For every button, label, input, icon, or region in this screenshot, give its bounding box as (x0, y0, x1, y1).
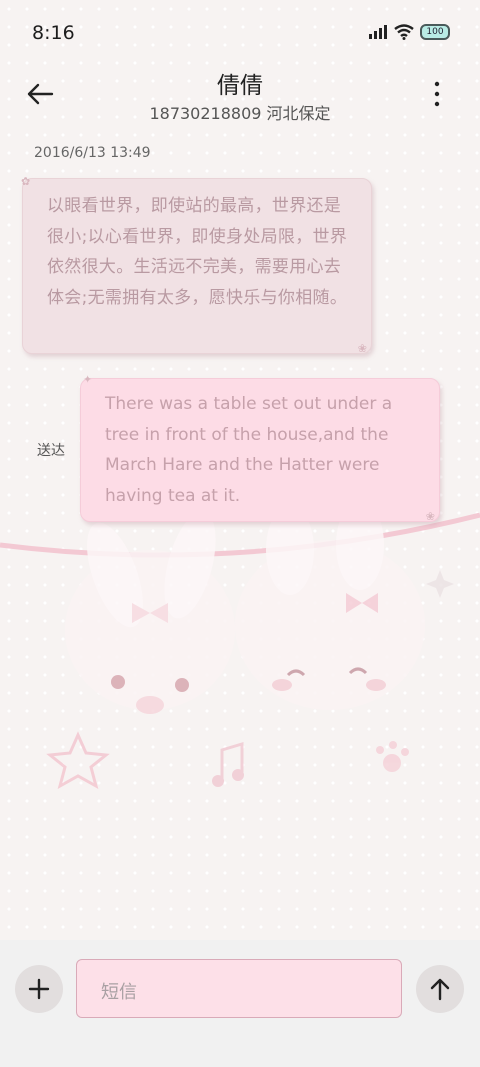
bunny-sticker-icon: ❀ (357, 342, 367, 355)
more-vertical-icon[interactable] (430, 80, 444, 108)
status-time: 8:16 (32, 22, 75, 44)
contact-subtitle: 18730218809 河北保定 (149, 104, 331, 123)
message-timestamp: 2016/6/13 13:49 (34, 145, 151, 161)
status-icons: 100 (368, 24, 450, 40)
message-input[interactable]: 短信 (76, 959, 402, 1018)
incoming-message-bubble[interactable]: ✿ 以眼看世界，即使站的最高，世界还是很小;以心看世界，即使身处局限，世界依然很… (21, 175, 372, 355)
conversation-header: 倩倩 18730218809 河北保定 (0, 66, 480, 130)
signal-icon (369, 25, 387, 39)
battery-icon: 100 (420, 24, 450, 40)
incoming-message-text: 以眼看世界，即使站的最高，世界还是很小;以心看世界，即使身处局限，世界依然很大。… (47, 196, 348, 308)
outgoing-message-bubble[interactable]: ✦ There was a table set out under a tree… (80, 373, 440, 523)
send-button[interactable] (416, 965, 464, 1013)
plus-icon (28, 978, 50, 1000)
composer-bar: 短信 (0, 940, 480, 1067)
bubble-corner-decoration: ✦ (83, 373, 93, 386)
arrow-up-icon (430, 978, 450, 1001)
bunny-wallpaper-illustration (0, 500, 480, 790)
add-attachment-button[interactable] (15, 965, 63, 1013)
outgoing-message-text: There was a table set out under a tree i… (105, 394, 393, 506)
wifi-icon (394, 24, 414, 40)
bunny-sticker-icon: ❀ (425, 510, 435, 523)
message-input-placeholder: 短信 (101, 982, 137, 1003)
delivery-status: 送达 (37, 443, 65, 459)
contact-name: 倩倩 (217, 73, 263, 99)
bubble-corner-decoration: ✿ (21, 175, 31, 188)
status-bar: 8:16 100 (0, 0, 480, 66)
